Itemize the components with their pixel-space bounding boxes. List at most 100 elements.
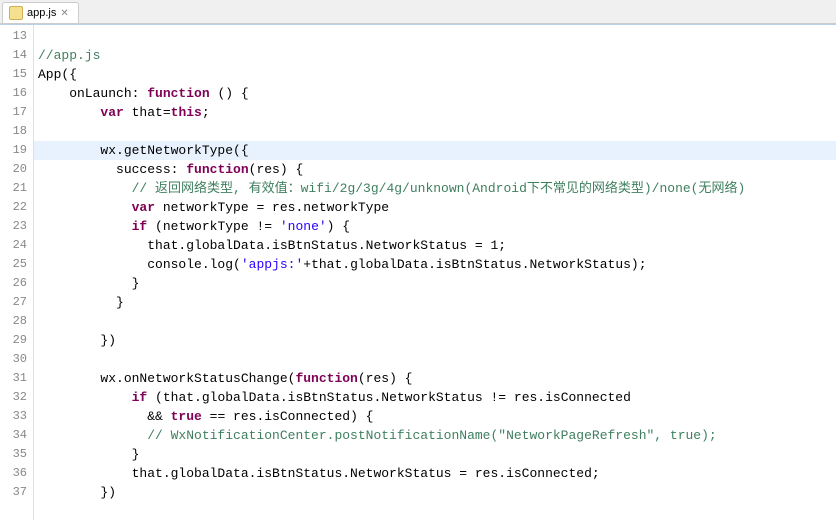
code-token: +that.globalData.isBtnStatus.NetworkStat… bbox=[303, 257, 646, 272]
line-number: 26 bbox=[0, 274, 33, 293]
line-number: 25 bbox=[0, 255, 33, 274]
line-number: 21 bbox=[0, 179, 33, 198]
code-token: function bbox=[186, 162, 248, 177]
code-line[interactable]: }) bbox=[34, 483, 836, 502]
line-number: 30 bbox=[0, 350, 33, 369]
code-token: that= bbox=[124, 105, 171, 120]
line-number: 19 bbox=[0, 141, 33, 160]
code-line[interactable]: // 返回网络类型, 有效值：wifi/2g/3g/4g/unknown(And… bbox=[34, 179, 836, 198]
line-number: 24 bbox=[0, 236, 33, 255]
line-number: 16 bbox=[0, 84, 33, 103]
code-token bbox=[38, 428, 147, 443]
code-line[interactable]: if (that.globalData.isBtnStatus.NetworkS… bbox=[34, 388, 836, 407]
line-number: 20 bbox=[0, 160, 33, 179]
code-token: that.globalData.isBtnStatus.NetworkStatu… bbox=[38, 238, 506, 253]
line-number: 32 bbox=[0, 388, 33, 407]
code-token bbox=[38, 390, 132, 405]
code-line[interactable]: //app.js bbox=[34, 46, 836, 65]
line-number: 37 bbox=[0, 483, 33, 502]
code-token: function bbox=[147, 86, 209, 101]
code-line[interactable] bbox=[34, 27, 836, 46]
code-line[interactable]: } bbox=[34, 445, 836, 464]
code-token: } bbox=[38, 276, 139, 291]
code-line[interactable] bbox=[34, 312, 836, 331]
code-line[interactable]: console.log('appjs:'+that.globalData.isB… bbox=[34, 255, 836, 274]
line-number: 18 bbox=[0, 122, 33, 141]
line-number: 15 bbox=[0, 65, 33, 84]
code-token: 'appjs:' bbox=[241, 257, 303, 272]
code-line[interactable]: var that=this; bbox=[34, 103, 836, 122]
close-icon[interactable]: ✕ bbox=[60, 8, 70, 18]
code-token bbox=[38, 219, 132, 234]
code-token: == res.isConnected) { bbox=[202, 409, 374, 424]
code-token: if bbox=[132, 219, 148, 234]
code-line[interactable]: that.globalData.isBtnStatus.NetworkStatu… bbox=[34, 236, 836, 255]
code-token: (that.globalData.isBtnStatus.NetworkStat… bbox=[147, 390, 631, 405]
code-token: () { bbox=[210, 86, 249, 101]
code-token: }) bbox=[38, 485, 116, 500]
code-line[interactable]: if (networkType != 'none') { bbox=[34, 217, 836, 236]
file-tab[interactable]: app.js ✕ bbox=[2, 2, 79, 23]
code-editor[interactable]: 1314151617181920212223242526272829303132… bbox=[0, 24, 836, 520]
code-token bbox=[38, 105, 100, 120]
tab-bar: app.js ✕ bbox=[0, 0, 836, 24]
code-token: (res) { bbox=[249, 162, 304, 177]
code-token bbox=[38, 181, 132, 196]
code-line[interactable] bbox=[34, 350, 836, 369]
line-number: 22 bbox=[0, 198, 33, 217]
code-token: (res) { bbox=[358, 371, 413, 386]
code-token: App({ bbox=[38, 67, 77, 82]
line-number: 13 bbox=[0, 27, 33, 46]
code-line[interactable]: wx.getNetworkType({ bbox=[34, 141, 836, 160]
code-token: 'none' bbox=[280, 219, 327, 234]
code-token: ) { bbox=[327, 219, 350, 234]
code-token: // WxNotificationCenter.postNotification… bbox=[147, 428, 717, 443]
code-line[interactable]: App({ bbox=[34, 65, 836, 84]
code-token: console.log( bbox=[38, 257, 241, 272]
line-number: 14 bbox=[0, 46, 33, 65]
line-number: 17 bbox=[0, 103, 33, 122]
code-token: true bbox=[171, 409, 202, 424]
code-token: // 返回网络类型, 有效值：wifi/2g/3g/4g/unknown(And… bbox=[132, 181, 746, 196]
code-token: function bbox=[295, 371, 357, 386]
code-line[interactable]: } bbox=[34, 293, 836, 312]
js-file-icon bbox=[9, 6, 23, 20]
code-token: this bbox=[171, 105, 202, 120]
code-line[interactable]: // WxNotificationCenter.postNotification… bbox=[34, 426, 836, 445]
code-line[interactable]: } bbox=[34, 274, 836, 293]
code-line[interactable]: success: function(res) { bbox=[34, 160, 836, 179]
code-token: wx.onNetworkStatusChange( bbox=[38, 371, 295, 386]
code-line[interactable]: var networkType = res.networkType bbox=[34, 198, 836, 217]
code-area[interactable]: //app.js App({ onLaunch: function () { va… bbox=[34, 25, 836, 520]
line-number: 35 bbox=[0, 445, 33, 464]
code-line[interactable]: onLaunch: function () { bbox=[34, 84, 836, 103]
line-number: 33 bbox=[0, 407, 33, 426]
code-token: ; bbox=[202, 105, 210, 120]
code-token: && bbox=[38, 409, 171, 424]
code-token: wx.getNetworkType({ bbox=[38, 143, 249, 158]
code-token: } bbox=[38, 295, 124, 310]
line-number: 29 bbox=[0, 331, 33, 350]
code-token: success: bbox=[38, 162, 186, 177]
line-gutter: 1314151617181920212223242526272829303132… bbox=[0, 25, 34, 520]
code-token: onLaunch: bbox=[38, 86, 147, 101]
line-number: 23 bbox=[0, 217, 33, 236]
code-token: }) bbox=[38, 333, 116, 348]
code-line[interactable] bbox=[34, 122, 836, 141]
code-line[interactable]: that.globalData.isBtnStatus.NetworkStatu… bbox=[34, 464, 836, 483]
code-token bbox=[38, 200, 132, 215]
line-number: 28 bbox=[0, 312, 33, 331]
code-line[interactable]: }) bbox=[34, 331, 836, 350]
code-line[interactable]: && true == res.isConnected) { bbox=[34, 407, 836, 426]
line-number: 27 bbox=[0, 293, 33, 312]
code-token: var bbox=[100, 105, 123, 120]
code-token: (networkType != bbox=[147, 219, 280, 234]
line-number: 31 bbox=[0, 369, 33, 388]
tab-filename: app.js bbox=[27, 7, 56, 19]
code-token: that.globalData.isBtnStatus.NetworkStatu… bbox=[38, 466, 600, 481]
line-number: 36 bbox=[0, 464, 33, 483]
code-token: networkType = res.networkType bbox=[155, 200, 389, 215]
code-line[interactable]: wx.onNetworkStatusChange(function(res) { bbox=[34, 369, 836, 388]
code-token: } bbox=[38, 447, 139, 462]
code-token: //app.js bbox=[38, 48, 100, 63]
